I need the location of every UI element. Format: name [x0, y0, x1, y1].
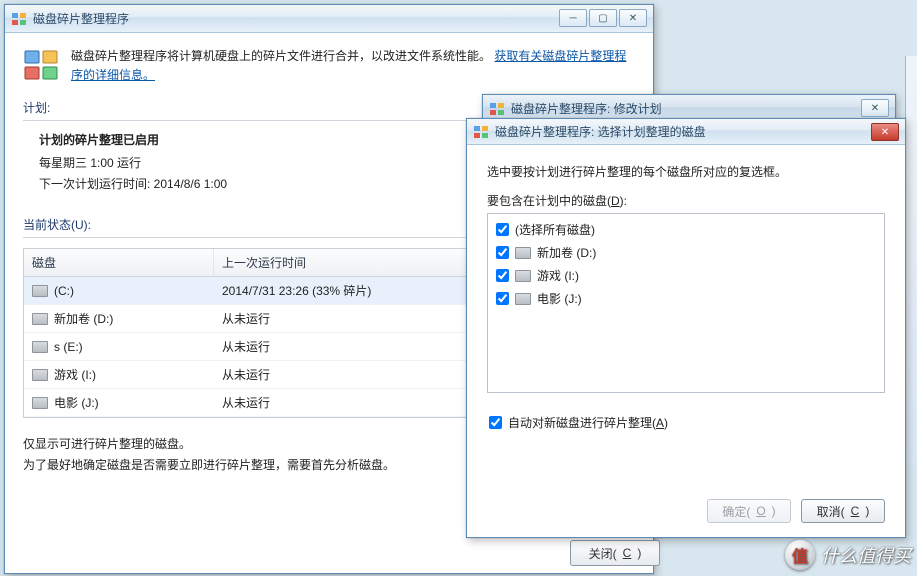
volume-icon — [32, 341, 48, 353]
volume-icon — [515, 293, 531, 305]
modify-schedule-title: 磁盘碎片整理程序: 修改计划 — [511, 100, 662, 117]
minimize-button[interactable]: ─ — [559, 9, 587, 27]
auto-defrag-label: 自动对新磁盘进行碎片整理(A) — [508, 414, 668, 431]
volume-icon — [515, 247, 531, 259]
disk-name: (C:) — [54, 284, 74, 298]
smzdm-logo-icon: 值 — [785, 540, 815, 570]
disk-name: 游戏 (I:) — [54, 368, 96, 382]
close-button[interactable]: ✕ — [871, 123, 899, 141]
disk-name: s (E:) — [54, 340, 83, 354]
list-item[interactable]: (选择所有磁盘) — [494, 218, 878, 241]
volume-icon — [32, 285, 48, 297]
list-item[interactable]: 游戏 (I:) — [494, 264, 878, 287]
auto-defrag-checkbox-input[interactable] — [489, 416, 502, 429]
disk-check-label: 新加卷 (D:) — [537, 244, 596, 261]
select-disks-titlebar[interactable]: 磁盘碎片整理程序: 选择计划整理的磁盘 ✕ — [467, 119, 905, 145]
defrag-app-icon — [473, 124, 489, 140]
smzdm-text: 什么值得买 — [821, 542, 911, 568]
disk-check-label: 电影 (J:) — [537, 290, 582, 307]
disk-name: 新加卷 (D:) — [54, 312, 113, 326]
disk-name: 电影 (J:) — [54, 396, 99, 410]
disk-check-label: 游戏 (I:) — [537, 267, 579, 284]
select-disks-hint: 选中要按计划进行碎片整理的每个磁盘所对应的复选框。 — [487, 163, 885, 180]
maximize-button[interactable]: ▢ — [589, 9, 617, 27]
intro-text: 磁盘碎片整理程序将计算机硬盘上的碎片文件进行合并，以改进文件系统性能。 — [71, 49, 491, 63]
select-disks-title: 磁盘碎片整理程序: 选择计划整理的磁盘 — [495, 123, 706, 140]
cancel-button[interactable]: 取消(C) — [801, 499, 885, 523]
smzdm-watermark: 值 什么值得买 — [785, 540, 911, 570]
main-titlebar[interactable]: 磁盘碎片整理程序 ─ ▢ ✕ — [5, 5, 653, 33]
disk-list-label: 要包含在计划中的磁盘(D): — [487, 192, 885, 209]
select-disks-dialog: 磁盘碎片整理程序: 选择计划整理的磁盘 ✕ 选中要按计划进行碎片整理的每个磁盘所… — [466, 118, 906, 538]
list-item[interactable]: 新加卷 (D:) — [494, 241, 878, 264]
volume-icon — [32, 369, 48, 381]
defrag-app-icon — [489, 101, 505, 117]
list-item[interactable]: 电影 (J:) — [494, 287, 878, 310]
auto-defrag-new-disks-checkbox[interactable]: 自动对新磁盘进行碎片整理(A) — [487, 411, 885, 434]
disk-checkbox[interactable] — [496, 292, 509, 305]
disk-checkbox[interactable] — [496, 269, 509, 282]
disk-checkbox[interactable] — [496, 223, 509, 236]
disk-checkbox[interactable] — [496, 246, 509, 259]
ok-button[interactable]: 确定(O) — [707, 499, 791, 523]
disk-checklist[interactable]: (选择所有磁盘) 新加卷 (D:) 游戏 (I:) 电影 (J:) — [487, 213, 885, 393]
volume-icon — [515, 270, 531, 282]
close-button[interactable]: ✕ — [861, 99, 889, 117]
background-window-sliver — [905, 56, 917, 466]
col-disk-header[interactable]: 磁盘 — [24, 249, 214, 276]
main-title: 磁盘碎片整理程序 — [33, 10, 129, 27]
intro-block: 磁盘碎片整理程序将计算机硬盘上的碎片文件进行合并，以改进文件系统性能。 获取有关… — [23, 47, 635, 85]
hidden-close-button[interactable]: 关闭(C) — [570, 540, 660, 566]
disk-check-label: (选择所有磁盘) — [515, 221, 595, 238]
volume-icon — [32, 397, 48, 409]
volume-icon — [32, 313, 48, 325]
defrag-app-icon — [11, 11, 27, 27]
close-button[interactable]: ✕ — [619, 9, 647, 27]
defrag-large-icon — [23, 47, 59, 83]
